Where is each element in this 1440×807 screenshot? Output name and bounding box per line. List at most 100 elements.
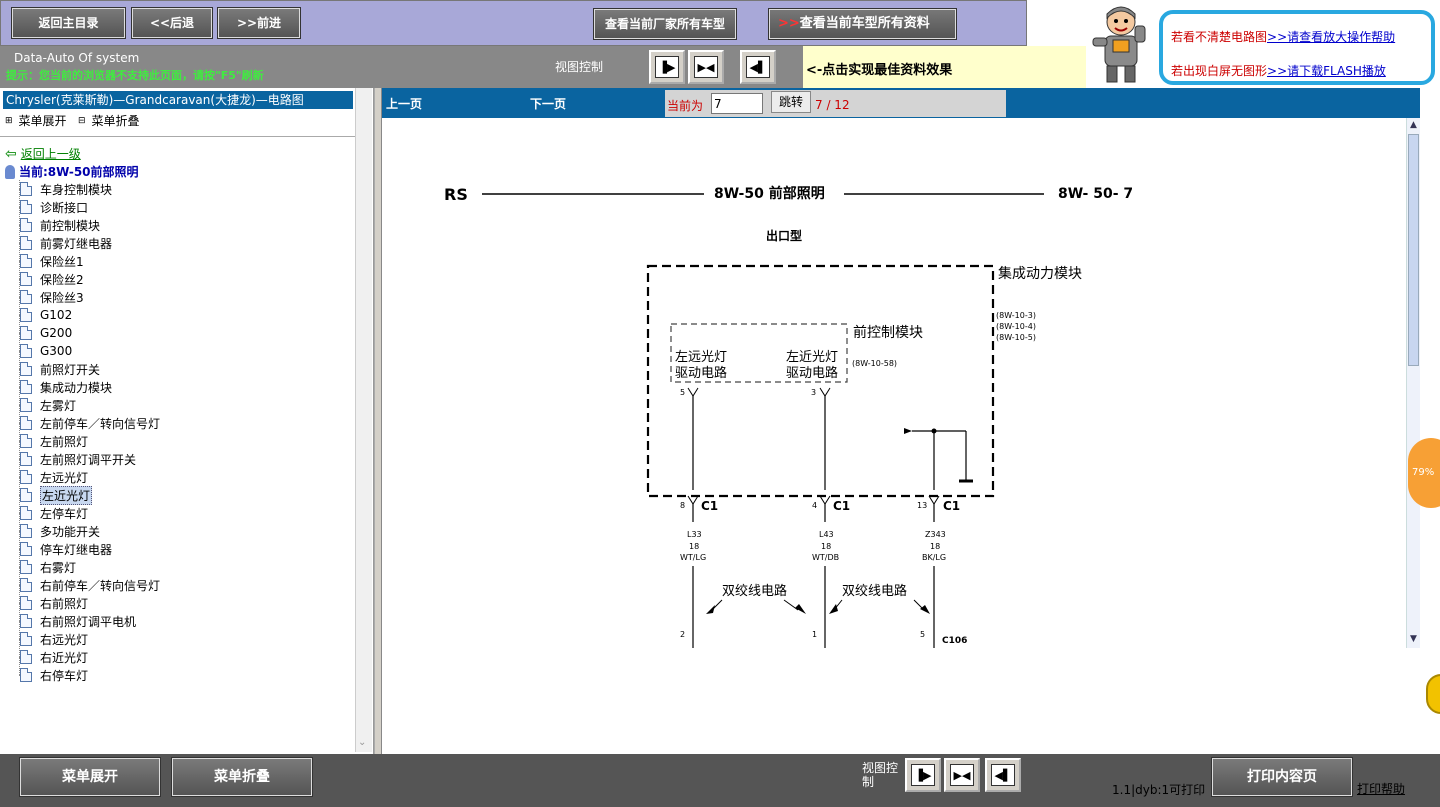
menu-tree-item[interactable]: 前雾灯继电器: [20, 234, 112, 252]
menu-tree-item[interactable]: 右雾灯: [20, 558, 76, 576]
menu-tree-item[interactable]: 左前照灯调平开关: [20, 450, 136, 468]
connector-z343: 13 C1 Z343 18 BK/LG: [917, 495, 960, 562]
ipm-ref-2: (8W-10-4): [996, 322, 1036, 331]
wire-code: L33: [687, 530, 702, 539]
document-icon: [20, 452, 32, 466]
document-icon: [20, 524, 32, 538]
fcm-ref: (8W-10-58): [852, 359, 897, 368]
diagram-viewport[interactable]: RS 8W-50 前部照明 8W- 50- 7 出口型 集成动力模块 (8W-1…: [386, 120, 1406, 648]
back-button[interactable]: <<后退: [131, 7, 213, 39]
menu-tree-item[interactable]: 左前停车／转向信号灯: [20, 414, 160, 432]
menu-tree-item[interactable]: 前照灯开关: [20, 360, 100, 378]
arrow-right-icon: ▐▶: [655, 56, 679, 78]
bottom-view-right-button[interactable]: ▐▶: [905, 758, 941, 792]
menu-panel: Chrysler(克莱斯勒)—Grandcaravan(大捷龙)—电路图 ⊞ 菜单…: [0, 88, 374, 754]
document-icon: [20, 560, 32, 574]
leader-arrow-2b: [920, 605, 930, 614]
leader-arrow-1a: [706, 605, 715, 614]
document-icon: [20, 254, 32, 268]
next-page-link[interactable]: 下一页: [530, 95, 566, 112]
menu-tree-item[interactable]: 车身控制模块: [20, 180, 112, 198]
menu-tree-item[interactable]: 停车灯继电器: [20, 540, 112, 558]
menu-tree-item[interactable]: 左前照灯: [20, 432, 88, 450]
menu-tree-item[interactable]: 左远光灯: [20, 468, 88, 486]
menu-tree-item-label: 右前停车／转向信号灯: [40, 578, 161, 593]
prev-page-link[interactable]: 上一页: [386, 95, 422, 112]
menu-tree-item[interactable]: 右远光灯: [20, 630, 88, 648]
float-widget-icon[interactable]: [1426, 674, 1440, 714]
menu-tree-item[interactable]: G300: [20, 342, 72, 360]
menu-tree-item[interactable]: 保险丝1: [20, 252, 84, 270]
wiring-diagram: RS 8W-50 前部照明 8W- 50- 7 出口型 集成动力模块 (8W-1…: [444, 185, 1133, 648]
back-up-link[interactable]: ⇦ 返回上一级: [5, 145, 81, 162]
pager-bar: 上一页 下一页 当前为 跳转 7 / 12: [382, 88, 1420, 118]
panel-splitter[interactable]: [374, 88, 382, 754]
document-icon: [20, 362, 32, 376]
menu-tree-item[interactable]: G102: [20, 306, 72, 324]
menu-tree-item-label: 左停车灯: [40, 506, 89, 521]
bottom-pin-3: 5: [920, 630, 925, 639]
view-all-data-button[interactable]: >>查看当前车型所有资料: [768, 8, 957, 40]
fcm-left-line1: 左远光灯: [675, 350, 727, 365]
view-split-button[interactable]: ▶◀: [688, 50, 724, 84]
forward-button[interactable]: >>前进: [217, 7, 301, 39]
scroll-up-icon[interactable]: ▲: [1407, 118, 1420, 132]
connector-id: C1: [701, 499, 718, 513]
document-icon: [20, 326, 32, 340]
expand-icon: ⊞: [5, 115, 13, 126]
menu-tree-item[interactable]: G200: [20, 324, 72, 342]
menu-tree-item[interactable]: 集成动力模块: [20, 378, 112, 396]
bottom-expand-button[interactable]: 菜单展开: [19, 757, 161, 797]
menu-tree-item[interactable]: 保险丝2: [20, 270, 84, 288]
fcm-right-line2: 驱动电路: [786, 365, 838, 381]
view-expand-right-button[interactable]: ▐▶: [649, 50, 685, 84]
page-count: 7 / 12: [815, 98, 850, 112]
ipm-label: 集成动力模块: [998, 265, 1082, 282]
system-bar: Data-Auto Of system 提示：您当前的浏览器不支持此页面，请按"…: [0, 46, 1086, 88]
menu-expand-link[interactable]: ⊞ 菜单展开: [5, 112, 67, 129]
scroll-down-icon[interactable]: ▼: [1407, 632, 1420, 646]
zoom-badge[interactable]: 79%: [1408, 438, 1440, 508]
home-button[interactable]: 返回主目录: [11, 7, 126, 39]
menu-tree-item[interactable]: 多功能开关: [20, 522, 100, 540]
page-number-input[interactable]: [711, 93, 763, 114]
menu-tree-item[interactable]: 左停车灯: [20, 504, 88, 522]
scroll-thumb[interactable]: [1408, 134, 1419, 366]
view-models-button[interactable]: 查看当前厂家所有车型: [593, 8, 737, 40]
connector-l33: 8 C1 L33 18 WT/LG: [680, 495, 718, 562]
document-icon: [20, 416, 32, 430]
menu-scrollbar[interactable]: ⌄: [355, 88, 372, 752]
split-arrows-icon: ▶◀: [694, 56, 718, 78]
zoom-help-link[interactable]: >>请查看放大操作帮助: [1267, 30, 1395, 44]
menu-tree-item-label: G300: [40, 344, 73, 358]
diagram-scrollbar[interactable]: ▲ ▼: [1406, 118, 1420, 648]
bottom-view-split-button[interactable]: ▶◀: [944, 758, 980, 792]
menu-tree-item[interactable]: 左雾灯: [20, 396, 76, 414]
scroll-down-icon[interactable]: ⌄: [358, 737, 366, 748]
menu-tree-item[interactable]: 左近光灯: [20, 485, 93, 505]
bottom-collapse-button[interactable]: 菜单折叠: [171, 757, 313, 797]
menu-tree-item[interactable]: 诊断接口: [20, 198, 88, 216]
menu-tree-item-label: 右雾灯: [40, 560, 77, 575]
flash-download-link[interactable]: >>请下载FLASH播放: [1267, 64, 1386, 78]
menu-tree-item[interactable]: 保险丝3: [20, 288, 84, 306]
print-help-link[interactable]: 打印帮助: [1357, 780, 1405, 797]
menu-collapse-link[interactable]: ⊟ 菜单折叠: [78, 112, 140, 129]
menu-tree-item[interactable]: 右停车灯: [20, 666, 88, 684]
document-icon: [20, 488, 32, 502]
menu-tree-item[interactable]: 右前照灯: [20, 594, 88, 612]
menu-tree-item[interactable]: 右前停车／转向信号灯: [20, 576, 160, 594]
folder-open-icon: [5, 164, 15, 179]
menu-tree-item[interactable]: 右近光灯: [20, 648, 88, 666]
menu-tree-item-label: G102: [40, 308, 73, 322]
document-icon: [20, 308, 32, 322]
view-expand-left-button[interactable]: ◀▌: [740, 50, 776, 84]
print-page-button[interactable]: 打印内容页: [1211, 757, 1353, 797]
menu-header: Chrysler(克莱斯勒)—Grandcaravan(大捷龙)—电路图: [3, 91, 353, 109]
jump-button[interactable]: 跳转: [771, 91, 811, 113]
bottom-view-left-button[interactable]: ◀▌: [985, 758, 1021, 792]
menu-tree-item-label: 车身控制模块: [40, 182, 113, 197]
menu-tree-item[interactable]: 前控制模块: [20, 216, 100, 234]
menu-tree-item[interactable]: 右前照灯调平电机: [20, 612, 136, 630]
back-up-label: 返回上一级: [20, 147, 81, 161]
